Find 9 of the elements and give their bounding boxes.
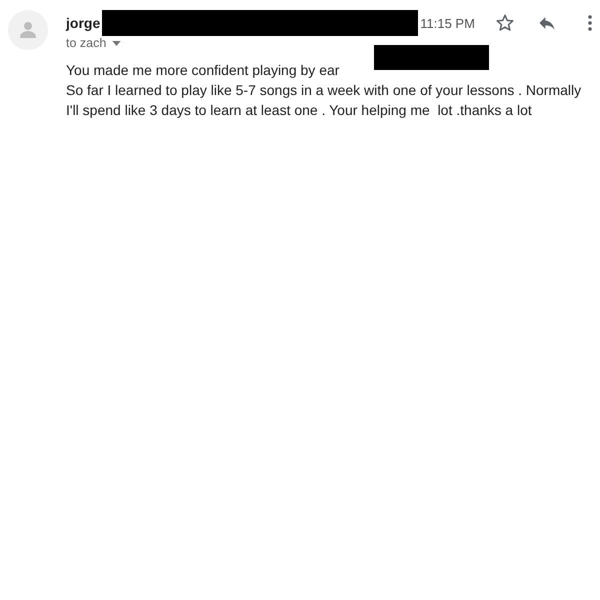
timestamp: 11:15 PM bbox=[420, 16, 475, 30]
star-icon[interactable] bbox=[494, 13, 515, 33]
message-text: You made me more confident playing by ear bbox=[66, 61, 340, 80]
avatar-icon bbox=[8, 10, 48, 50]
message-text: So far I learned to play like 5-7 songs in a week with one of your lessons . Normally I'll spend like 3 days to learn at least one . Your helping me lot .thanks a lot bbox=[66, 81, 582, 120]
more-icon[interactable] bbox=[586, 13, 593, 33]
caret-icon[interactable] bbox=[112, 40, 122, 46]
sender-name: jorge bbox=[66, 15, 100, 31]
recipient-label: to zach bbox=[66, 36, 106, 50]
